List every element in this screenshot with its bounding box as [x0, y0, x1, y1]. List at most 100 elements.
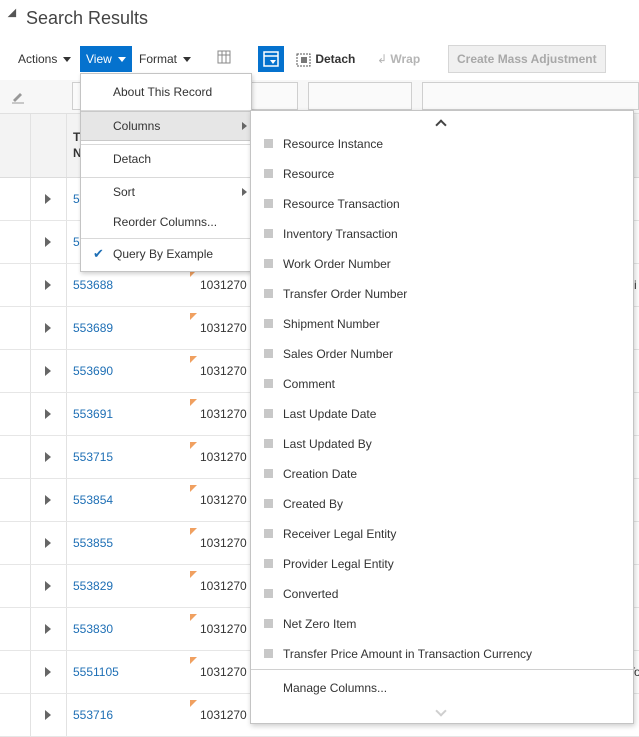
- column-toggle-label: Creation Date: [283, 467, 358, 481]
- row-id-link[interactable]: 553715: [73, 450, 113, 464]
- expand-row-icon[interactable]: [45, 667, 51, 677]
- column-toggle-item[interactable]: Resource: [251, 159, 633, 189]
- column-toggle-item[interactable]: Last Update Date: [251, 399, 633, 429]
- columns-submenu: Resource Instance Resource Resource Transa…: [250, 110, 634, 724]
- row-id-link[interactable]: 5551105: [73, 665, 119, 679]
- column-divider: [30, 479, 31, 521]
- expand-row-icon[interactable]: [45, 495, 51, 505]
- expand-row-icon[interactable]: [45, 280, 51, 290]
- menu-item-reorder-columns[interactable]: Reorder Columns...: [81, 208, 251, 236]
- menu-separator: [81, 238, 251, 239]
- checkbox-unchecked-icon: [264, 499, 273, 508]
- column-toggle-label: Shipment Number: [283, 317, 380, 331]
- checkbox-unchecked-icon: [264, 559, 273, 568]
- row-value: 1031270: [200, 579, 247, 593]
- row-id-link[interactable]: 553854: [73, 493, 113, 507]
- column-toggle-item[interactable]: Shipment Number: [251, 309, 633, 339]
- detach-button[interactable]: Detach: [296, 46, 355, 72]
- view-menu: About This Record Columns Detach Sort Re…: [80, 73, 252, 272]
- column-toggle-item[interactable]: Net Zero Item: [251, 609, 633, 639]
- row-id-link[interactable]: 553716: [73, 708, 113, 722]
- format-menu-button[interactable]: Format: [139, 46, 192, 72]
- column-toggle-item[interactable]: Receiver Legal Entity: [251, 519, 633, 549]
- expand-row-icon[interactable]: [45, 538, 51, 548]
- collapse-triangle-icon[interactable]: [7, 8, 21, 22]
- column-toggle-label: Inventory Transaction: [283, 227, 398, 241]
- menu-item-sort[interactable]: Sort: [81, 178, 251, 206]
- freeze-columns-icon[interactable]: [216, 48, 232, 74]
- expand-row-icon[interactable]: [45, 194, 51, 204]
- checkbox-unchecked-icon: [264, 379, 273, 388]
- column-divider: [30, 114, 31, 177]
- column-divider: [30, 264, 31, 306]
- column-toggle-item[interactable]: Created By: [251, 489, 633, 519]
- checkbox-unchecked-icon: [264, 409, 273, 418]
- wrap-button[interactable]: ↲ Wrap: [377, 46, 420, 72]
- column-toggle-item[interactable]: Provider Legal Entity: [251, 549, 633, 579]
- row-id-link[interactable]: 553691: [73, 407, 113, 421]
- clear-filter-icon[interactable]: [10, 88, 26, 104]
- changed-flag-icon: [190, 657, 197, 664]
- row-value: 1031270: [200, 536, 247, 550]
- row-id-link[interactable]: 553829: [73, 579, 113, 593]
- column-toggle-item[interactable]: Work Order Number: [251, 249, 633, 279]
- column-toggle-item[interactable]: Resource Transaction: [251, 189, 633, 219]
- row-value: 1031270: [200, 278, 247, 292]
- column-toggle-item[interactable]: Resource Instance: [251, 129, 633, 159]
- expand-row-icon[interactable]: [45, 366, 51, 376]
- view-menu-button[interactable]: View: [80, 46, 132, 72]
- column-toggle-item[interactable]: Comment: [251, 369, 633, 399]
- row-id-link[interactable]: 553689: [73, 321, 113, 335]
- chevron-right-icon: [242, 188, 247, 196]
- column-divider: [66, 307, 67, 349]
- expand-row-icon[interactable]: [45, 323, 51, 333]
- row-value: 1031270: [200, 321, 247, 335]
- toolbar: Actions View Format Detach ↲ Wrap Create…: [0, 42, 639, 76]
- expand-row-icon[interactable]: [45, 624, 51, 634]
- format-label: Format: [139, 52, 178, 66]
- filter-columns-icon[interactable]: [258, 46, 284, 72]
- menu-item-detach[interactable]: Detach: [81, 145, 251, 173]
- column-divider: [66, 651, 67, 693]
- column-toggle-label: Comment: [283, 377, 336, 391]
- scroll-down-icon[interactable]: [435, 705, 447, 717]
- expand-row-icon[interactable]: [45, 581, 51, 591]
- checkbox-unchecked-icon: [264, 139, 273, 148]
- row-id-link[interactable]: 5: [73, 192, 80, 206]
- menu-item-query-by-example[interactable]: ✔ Query By Example: [81, 240, 251, 268]
- row-id-link[interactable]: 5: [73, 235, 80, 249]
- column-divider: [66, 565, 67, 607]
- actions-menu-button[interactable]: Actions: [18, 46, 72, 72]
- menu-item-about-this-record[interactable]: About This Record: [81, 78, 251, 106]
- changed-flag-icon: [190, 485, 197, 492]
- column-divider: [66, 178, 67, 220]
- column-toggle-label: Created By: [283, 497, 344, 511]
- expand-row-icon[interactable]: [45, 710, 51, 720]
- column-divider: [66, 221, 67, 263]
- column-toggle-item[interactable]: Transfer Price Amount in Transaction Cur…: [251, 639, 633, 669]
- row-value: 1031270: [200, 364, 247, 378]
- create-mass-adjustment-button[interactable]: Create Mass Adjustment: [448, 45, 606, 73]
- menu-item-columns[interactable]: Columns: [81, 111, 251, 141]
- column-toggle-item[interactable]: Last Updated By: [251, 429, 633, 459]
- menu-item-manage-columns[interactable]: Manage Columns...: [251, 673, 633, 703]
- menu-separator: [251, 669, 633, 670]
- expand-row-icon[interactable]: [45, 237, 51, 247]
- row-id-link[interactable]: 553855: [73, 536, 113, 550]
- qbe-filter-field[interactable]: [422, 82, 639, 110]
- column-toggle-item[interactable]: Inventory Transaction: [251, 219, 633, 249]
- column-divider: [66, 264, 67, 306]
- qbe-filter-field[interactable]: [308, 82, 412, 110]
- column-toggle-item[interactable]: Converted: [251, 579, 633, 609]
- column-divider: [30, 393, 31, 435]
- row-id-link[interactable]: 553690: [73, 364, 113, 378]
- row-id-link[interactable]: 553688: [73, 278, 113, 292]
- column-toggle-item[interactable]: Transfer Order Number: [251, 279, 633, 309]
- column-divider: [30, 178, 31, 220]
- column-toggle-item[interactable]: Sales Order Number: [251, 339, 633, 369]
- expand-row-icon[interactable]: [45, 409, 51, 419]
- expand-row-icon[interactable]: [45, 452, 51, 462]
- row-id-link[interactable]: 553830: [73, 622, 113, 636]
- column-toggle-label: Provider Legal Entity: [283, 557, 394, 571]
- column-toggle-item[interactable]: Creation Date: [251, 459, 633, 489]
